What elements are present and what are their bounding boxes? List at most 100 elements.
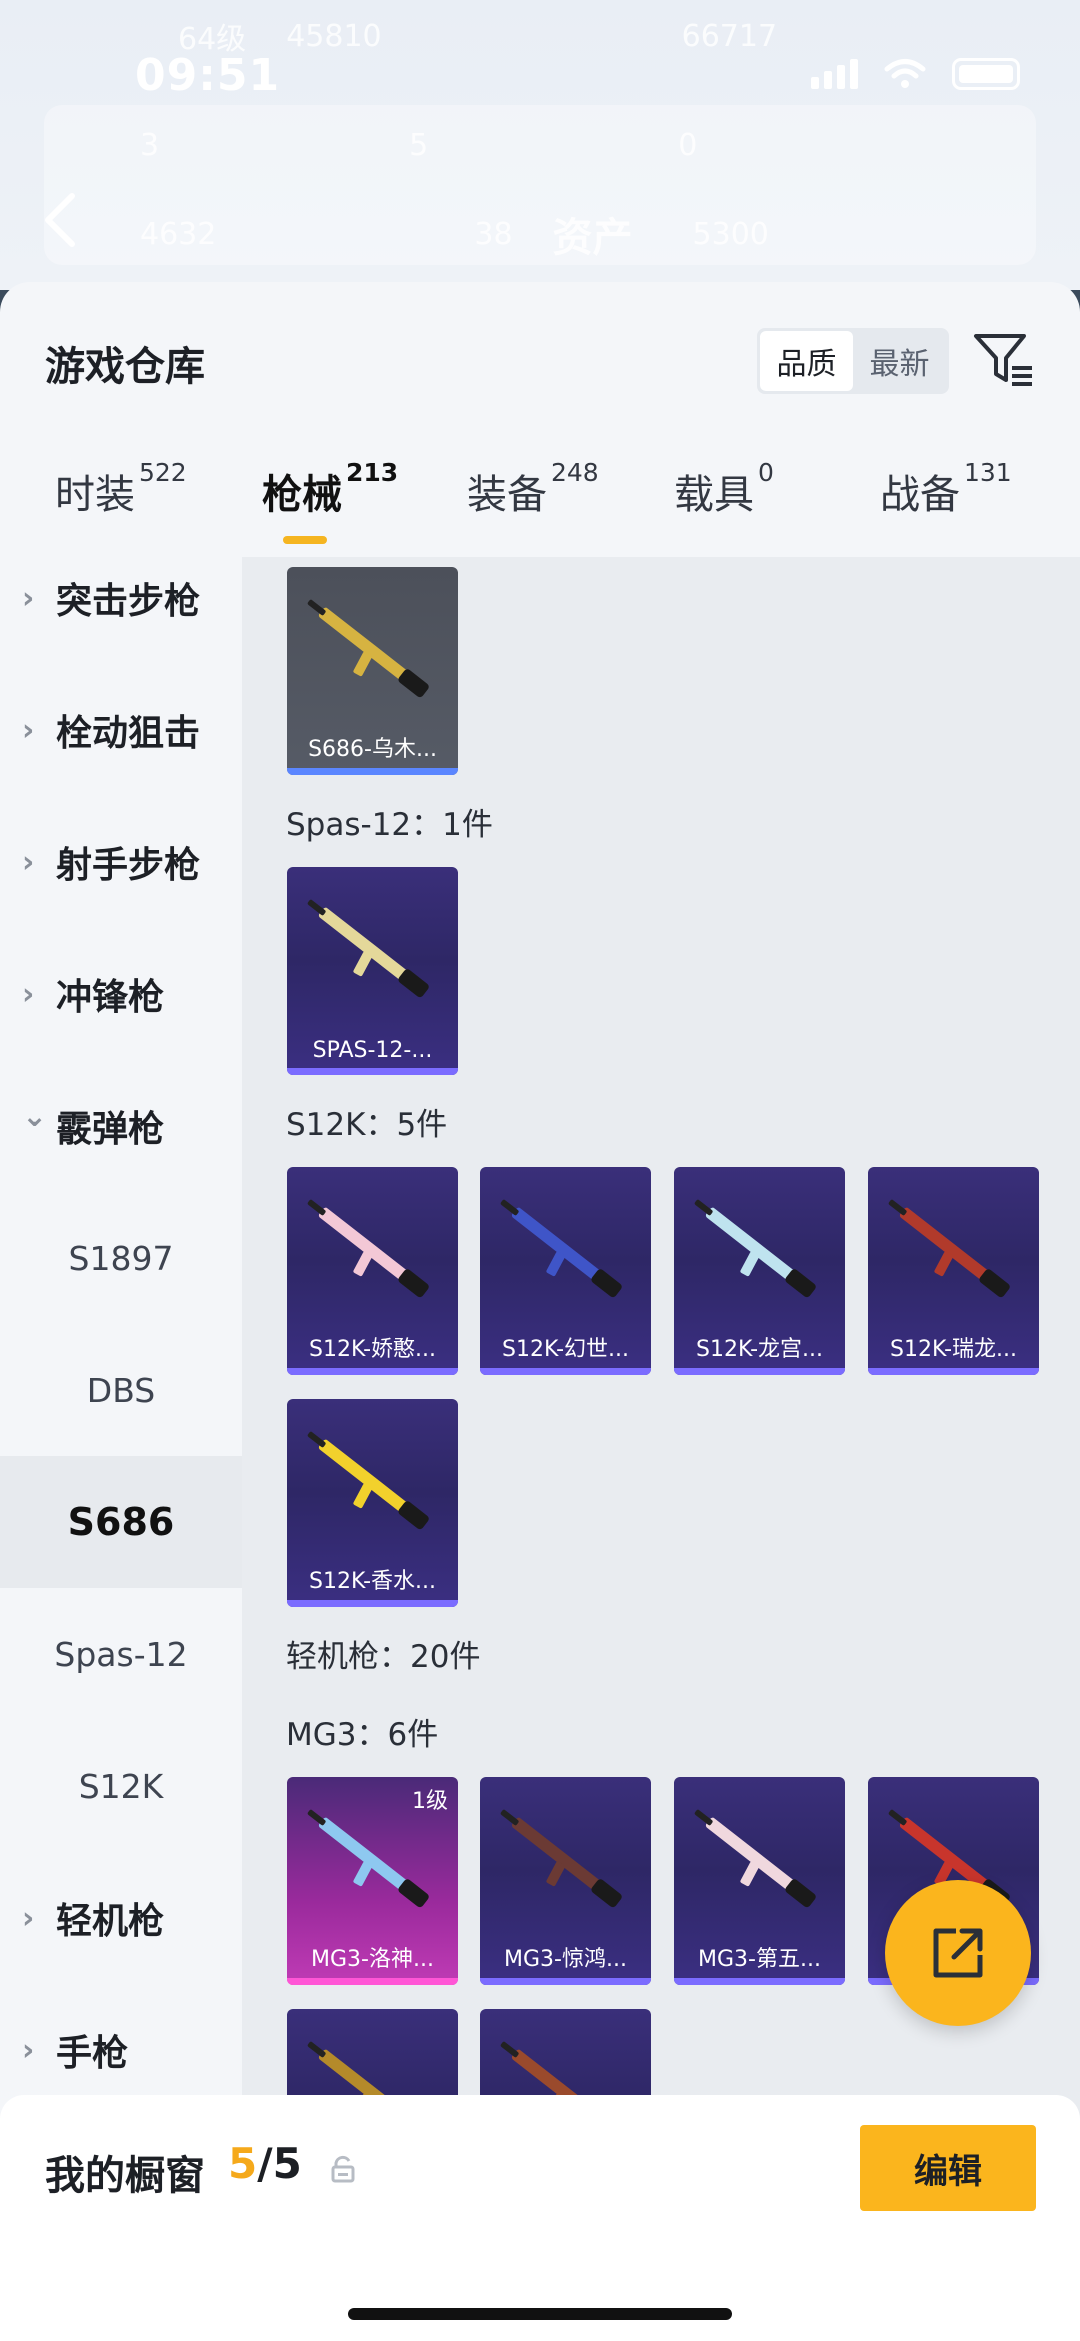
group-label: Spas-12：1件 [286,807,493,843]
gun-image-icon [694,1809,816,1908]
sidebar-item-label: DBS [86,1370,156,1410]
skin-card[interactable]: S12K-香水... [287,1399,458,1607]
sort-by-quality-button[interactable]: 品质 [760,331,853,391]
warehouse-sheet: 游戏仓库 品质 最新 时装 522 枪械 213 装备 248 载具 0 战备 131 ›… [0,282,1080,2341]
gun-image-icon [307,899,429,998]
sidebar-item[interactable]: Spas-12 [0,1588,242,1720]
skin-name: S12K-香水... [309,1569,436,1594]
skin-card[interactable]: S12K-瑞龙... [868,1167,1039,1375]
sidebar-item-label: 霰弹枪 [56,1109,165,1150]
lock-icon[interactable] [330,2155,356,2183]
chevron-right-icon: › [22,1900,35,1936]
gun-image-icon [888,1199,1010,1298]
chevron-right-icon: › [22,580,35,616]
rarity-bar [480,1368,651,1375]
tab-fashion[interactable]: 时装 522 [55,458,187,520]
gun-image-icon [694,1199,816,1298]
background-row2-a: 3 [140,128,160,163]
sidebar-item-label: 射手步枪 [56,845,201,886]
sidebar-item-label: S686 [67,1500,175,1544]
group-label: S12K：5件 [286,1107,448,1143]
share-button[interactable] [885,1880,1031,2026]
weapon-category-sidebar: › 突击步枪 › 栓动狙击 › 射手步枪 › 冲锋枪 ⌄ 霰弹枪 S1897 DBS S686 Spas-… [0,557,242,2341]
skin-card[interactable]: S12K-龙宫... [674,1167,845,1375]
tab-vehicles[interactable]: 载具 0 [674,458,774,520]
sheet-title: 游戏仓库 [45,344,205,390]
status-icons [811,58,1020,90]
sidebar-item[interactable]: › 冲锋枪 [0,928,242,1060]
sidebar-item[interactable]: › 轻机枪 [0,1852,242,1984]
showcase-total: /5 [257,2139,302,2188]
sidebar-item[interactable]: › 栓动狙击 [0,664,242,796]
rarity-bar [674,1978,845,1985]
battery-icon [952,58,1020,90]
edit-showcase-button[interactable]: 编辑 [860,2125,1036,2211]
background-row2-c: 0 [678,128,698,163]
showcase-count: 5/5 [228,2139,302,2188]
chevron-down-icon: ⌄ [22,1098,48,1134]
sidebar-item[interactable]: › 射手步枪 [0,796,242,928]
filter-icon[interactable] [972,330,1036,390]
tab-combat-gear[interactable]: 战备 131 [880,458,1012,520]
showcase-current: 5 [228,2139,258,2188]
sidebar-item[interactable]: S1897 [0,1192,242,1324]
sidebar-item-label: 突击步枪 [56,581,201,622]
background-row3-b: 38 [474,216,513,252]
sidebar-item-label: 手枪 [56,2033,129,2074]
sidebar-item[interactable]: ⌄ 霰弹枪 [0,1060,242,1192]
rarity-bar [674,1368,845,1375]
rarity-bar [868,1368,1039,1375]
tab-firearms[interactable]: 枪械 213 [262,458,398,520]
status-time: 09:51 [135,50,281,101]
sort-by-latest-button[interactable]: 最新 [853,331,946,391]
gun-image-icon [307,599,429,698]
sidebar-item-label: S1897 [68,1238,174,1278]
background-stat-a: 45810 [286,18,382,54]
back-arrow-icon[interactable] [40,190,80,250]
gun-image-icon [500,1809,622,1908]
background-row3-a: 4632 [140,216,217,252]
chevron-right-icon: › [22,844,35,880]
cellular-signal-icon [811,59,858,89]
gun-image-icon [307,1809,429,1908]
skin-card[interactable]: MG3-惊鸿... [480,1777,651,1985]
share-icon [933,1928,983,1978]
gun-image-icon [307,1431,429,1530]
rarity-bar [287,768,458,775]
skin-card[interactable]: SPAS-12-... [287,867,458,1075]
sidebar-item[interactable]: › 突击步枪 [0,532,242,664]
skin-name: MG3-第五... [698,1947,821,1972]
sidebar-item[interactable]: S12K [0,1720,242,1852]
chevron-right-icon: › [22,712,35,748]
rarity-bar [480,1978,651,1985]
sidebar-item-label: 栓动狙击 [56,713,201,754]
skin-name: S12K-幻世... [502,1337,629,1362]
wifi-icon [884,59,926,88]
skin-card[interactable]: S12K-娇憨... [287,1167,458,1375]
sidebar-item[interactable]: DBS [0,1324,242,1456]
skin-name: SPAS-12-... [312,1038,433,1063]
rarity-bar [287,1600,458,1607]
gun-image-icon [500,1199,622,1298]
tab-equipment[interactable]: 装备 248 [467,458,599,520]
sidebar-item-label: 轻机枪 [56,1901,165,1942]
skin-card[interactable]: S686-乌木... [287,567,458,775]
sidebar-item-label: Spas-12 [54,1634,188,1674]
background-stat-b: 66717 [681,18,778,54]
group-label: MG3：6件 [286,1717,439,1753]
sidebar-item-label: S12K [78,1766,164,1806]
background-page-title: 资产 [552,215,633,261]
active-tab-indicator [283,536,327,544]
skin-card[interactable]: S12K-幻世... [480,1167,651,1375]
chevron-right-icon: › [22,976,35,1012]
skin-name: S686-乌木... [308,737,437,762]
skin-name: S12K-瑞龙... [890,1337,1017,1362]
skin-name: MG3-惊鸿... [504,1947,627,1972]
skin-card[interactable]: 1级 MG3-洛神... [287,1777,458,1985]
skin-name: S12K-娇憨... [309,1337,436,1362]
skin-card[interactable]: MG3-第五... [674,1777,845,1985]
group-label: 轻机枪：20件 [286,1639,481,1675]
sidebar-item[interactable]: S686 [0,1456,242,1588]
skin-name: MG3-洛神... [311,1947,434,1972]
chevron-right-icon: › [22,2032,35,2068]
